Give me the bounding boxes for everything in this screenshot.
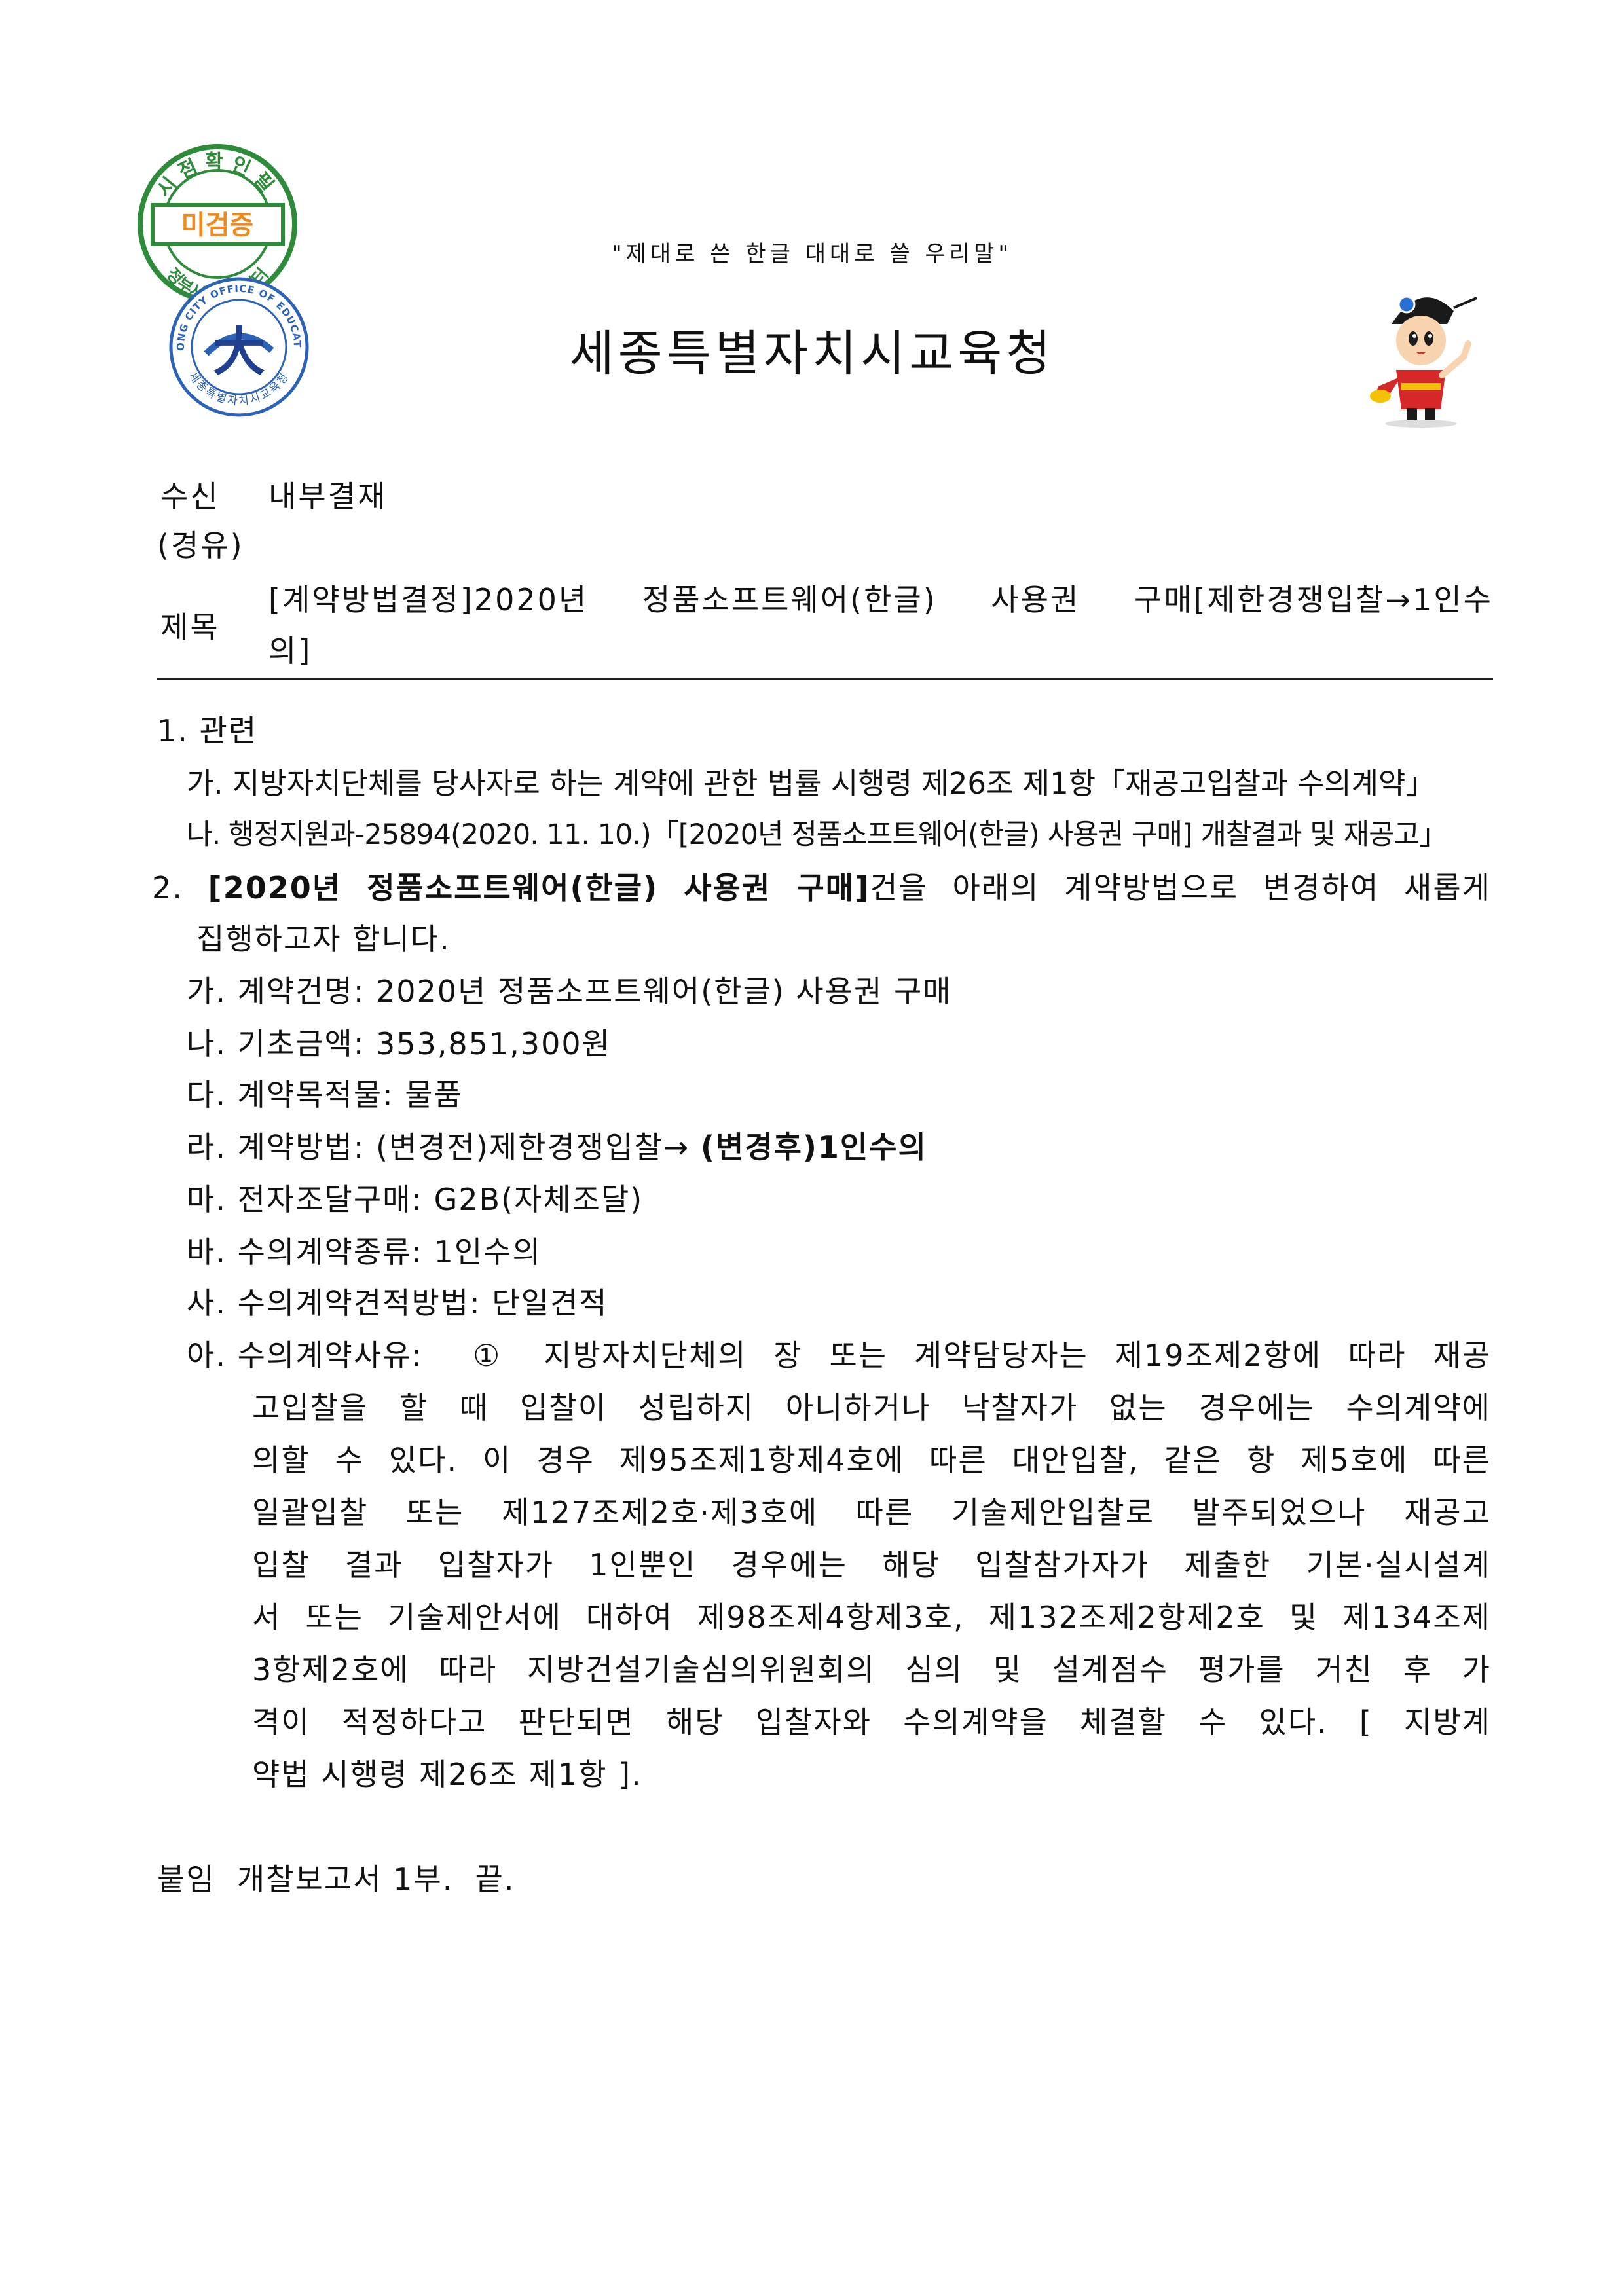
slogan: "제대로 쓴 한글 대대로 쓸 우리말" — [612, 241, 1012, 267]
header-divider — [157, 678, 1493, 680]
section-2-intro: 2. [2020년 정품소프트웨어(한글) 사용권 구매]건을 아래의 계약방법… — [152, 864, 1491, 908]
reason-line-3: 의할 수 있다. 이 경우 제95조제1항제4호에 따른 대안입찰, 같은 항 … — [252, 1442, 1491, 1478]
subject-label: 제목 — [160, 610, 220, 645]
item-ga: 가. 계약건명: 2020년 정품소프트웨어(한글) 사용권 구매 — [187, 974, 952, 1009]
section-2-rest: 건을 아래의 계약방법으로 변경하여 새롭게 — [870, 870, 1492, 906]
subject-line-2: 의] — [268, 633, 312, 669]
item-ba: 바. 수의계약종류: 1인수의 — [187, 1234, 542, 1270]
item-a-label: 아. 수의계약사유: — [187, 1338, 423, 1373]
item-sa: 사. 수의계약견적방법: 단일견적 — [187, 1285, 608, 1321]
section-1-title: 1. 관련 — [157, 713, 258, 748]
reason-line-7: 3항제2호에 따라 지방건설기술심의위원회의 심의 및 설계점수 평가를 거친 … — [252, 1652, 1491, 1687]
reason-line-1: ① 지방자치단체의 장 또는 계약담당자는 제19조제2항에 따라 재공 — [473, 1338, 1491, 1373]
section-2-number: 2. — [152, 870, 183, 906]
item-da: 다. 계약목적물: 물품 — [187, 1077, 463, 1112]
item-ma: 마. 전자조달구매: G2B(자체조달) — [187, 1182, 644, 1217]
reason-line-5: 입찰 결과 입찰자가 1인뿐인 경우에는 해당 입찰참가자가 제출한 기본·실시… — [252, 1547, 1491, 1583]
section-2-line-2: 집행하고자 합니다. — [196, 921, 451, 957]
reason-line-6: 서 또는 기술제안서에 대하여 제98조제4항제3호, 제132조제2항제2호 … — [252, 1600, 1491, 1635]
organization-title: 세종특별자치시교육청 — [569, 325, 1055, 382]
subject-line-1: [계약방법결정]2020년 정품소프트웨어(한글) 사용권 구매[제한경쟁입찰→… — [268, 582, 1493, 617]
reason-line-4: 일괄입찰 또는 제127조제2호·제3호에 따른 기술제안입찰로 발주되었으나 … — [252, 1495, 1491, 1530]
section-1-item-b: 나. 행정지원과-25894(2020. 11. 10.)「[2020년 정품소… — [187, 818, 1447, 851]
reason-line-9: 약법 시행령 제26조 제1항 ]. — [252, 1757, 642, 1792]
section-2-bold-title: [2020년 정품소프트웨어(한글) 사용권 구매] — [208, 870, 870, 906]
item-ra-bold: (변경후)1인수의 — [700, 1129, 927, 1165]
item-ra: 라. 계약방법: (변경전)제한경쟁입찰→ (변경후)1인수의 — [187, 1124, 927, 1167]
reason-line-8: 격이 적정하다고 판단되면 해당 입찰자와 수의계약을 체결할 수 있다. [ … — [252, 1704, 1491, 1740]
section-1-item-a: 가. 지방자치단체를 당사자로 하는 계약에 관한 법률 시행령 제26조 제1… — [187, 766, 1435, 801]
attachment-line: 붙임 개찰보고서 1부. 끝. — [157, 1862, 515, 1897]
recipient-value: 내부결재 — [268, 479, 388, 514]
recipient-label: 수신 — [160, 479, 220, 514]
item-ra-prefix: 라. 계약방법: (변경전)제한경쟁입찰→ — [187, 1129, 701, 1165]
reason-line-2: 고입찰을 할 때 입찰이 성립하지 아니하거나 낙찰자가 없는 경우에는 수의계… — [252, 1390, 1491, 1425]
via-label: (경유) — [157, 528, 244, 563]
item-na: 나. 기초금액: 353,851,300원 — [187, 1026, 611, 1061]
